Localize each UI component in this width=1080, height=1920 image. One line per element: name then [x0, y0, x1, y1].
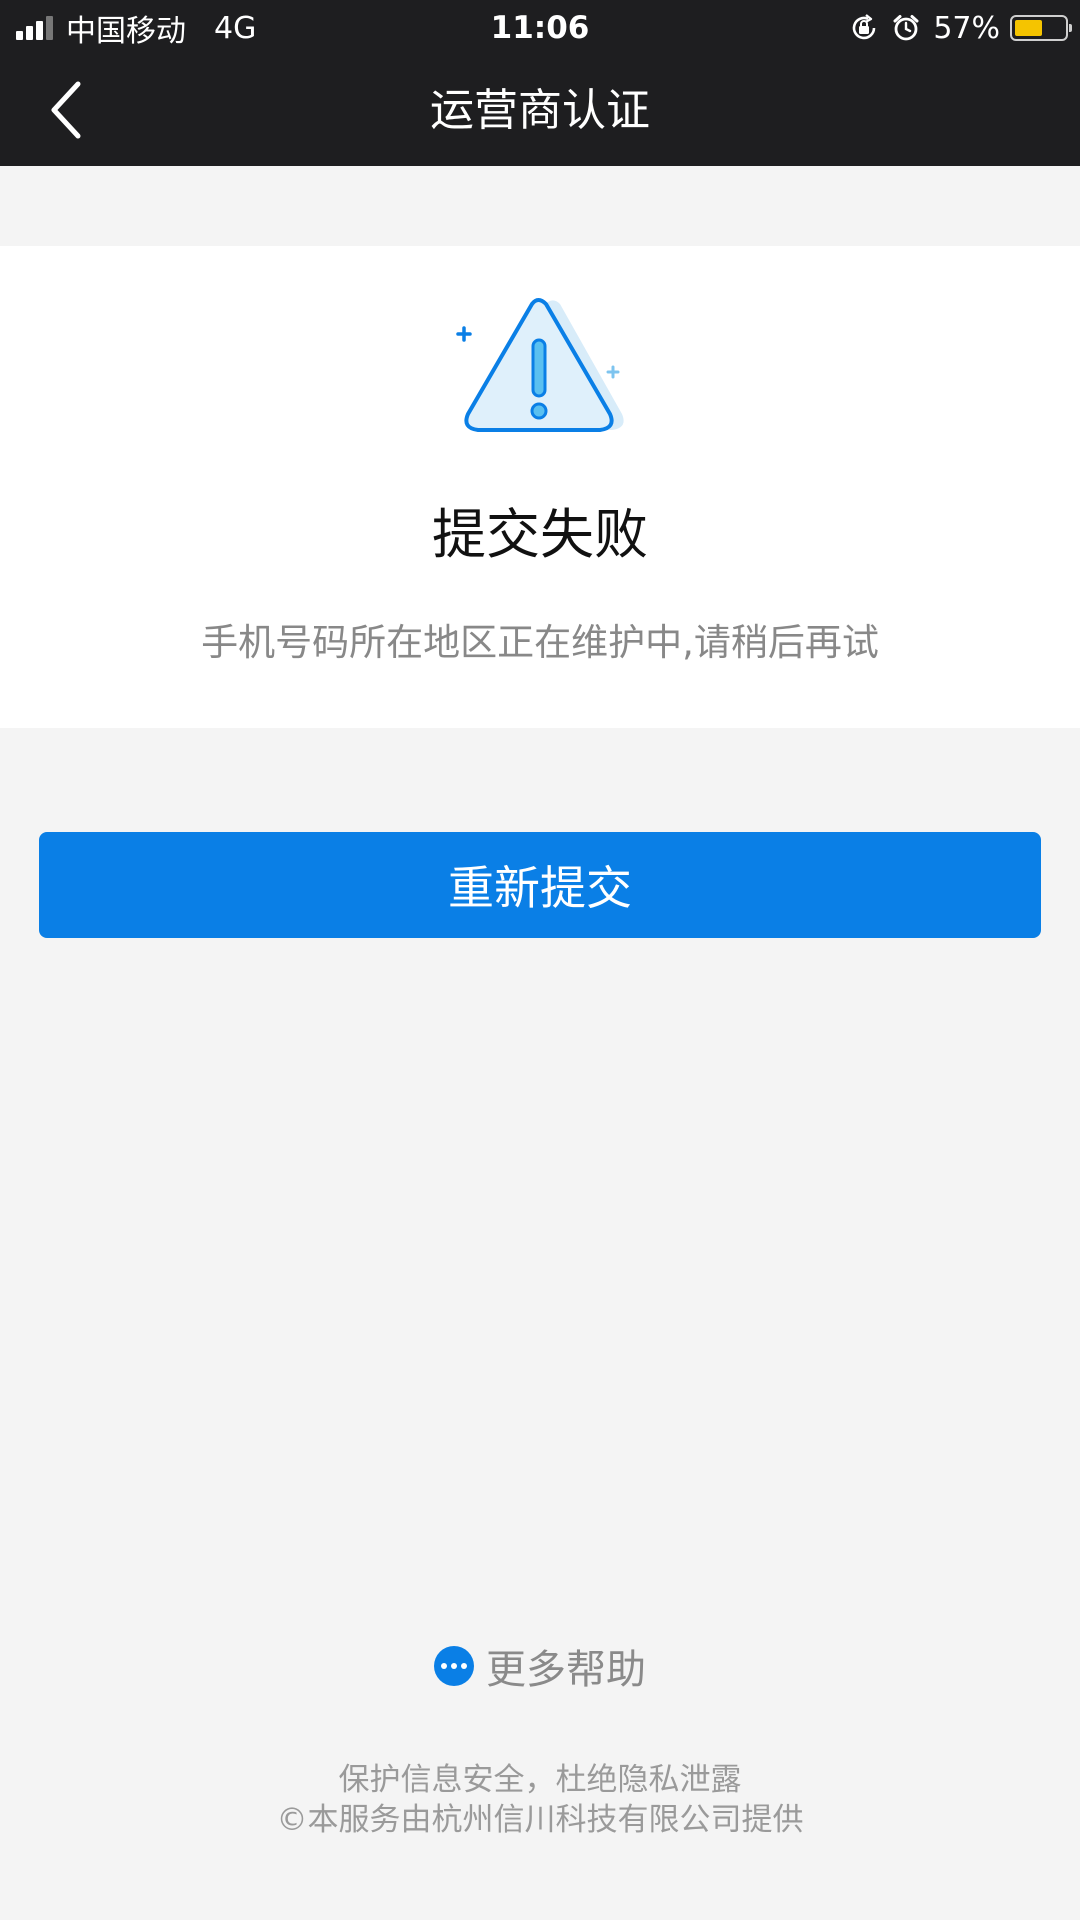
- footer: 保护信息安全，杜绝隐私泄露 ©本服务由杭州信川科技有限公司提供: [0, 1760, 1080, 1840]
- result-message: 手机号码所在地区正在维护中,请稍后再试: [201, 621, 879, 664]
- alarm-icon: [891, 13, 921, 43]
- battery-percent: 57%: [933, 10, 1000, 46]
- resubmit-button[interactable]: 重新提交: [39, 832, 1041, 938]
- footer-security-note: 保护信息安全，杜绝隐私泄露: [338, 1762, 742, 1798]
- status-bar: 中国移动 4G 11:06 57%: [0, 0, 1080, 56]
- more-dots-icon: [434, 1646, 474, 1686]
- battery-icon: [1010, 15, 1072, 41]
- rotation-lock-icon: [849, 13, 879, 43]
- page-title: 运营商认证: [430, 85, 650, 136]
- status-bar-right: 57%: [849, 8, 1072, 48]
- more-help-link[interactable]: 更多帮助: [0, 1638, 1080, 1694]
- header: 中国移动 4G 11:06 57% 运营商认证: [0, 0, 1080, 166]
- result-card: 提交失败 手机号码所在地区正在维护中,请稍后再试: [0, 246, 1080, 728]
- more-help-label: 更多帮助: [486, 1647, 646, 1693]
- footer-provider-note: ©本服务由杭州信川科技有限公司提供: [276, 1802, 804, 1838]
- nav-bar: 运营商认证: [0, 56, 1080, 166]
- battery-level: [1015, 20, 1043, 36]
- result-title: 提交失败: [432, 503, 648, 566]
- warning-triangle-icon: [450, 296, 630, 466]
